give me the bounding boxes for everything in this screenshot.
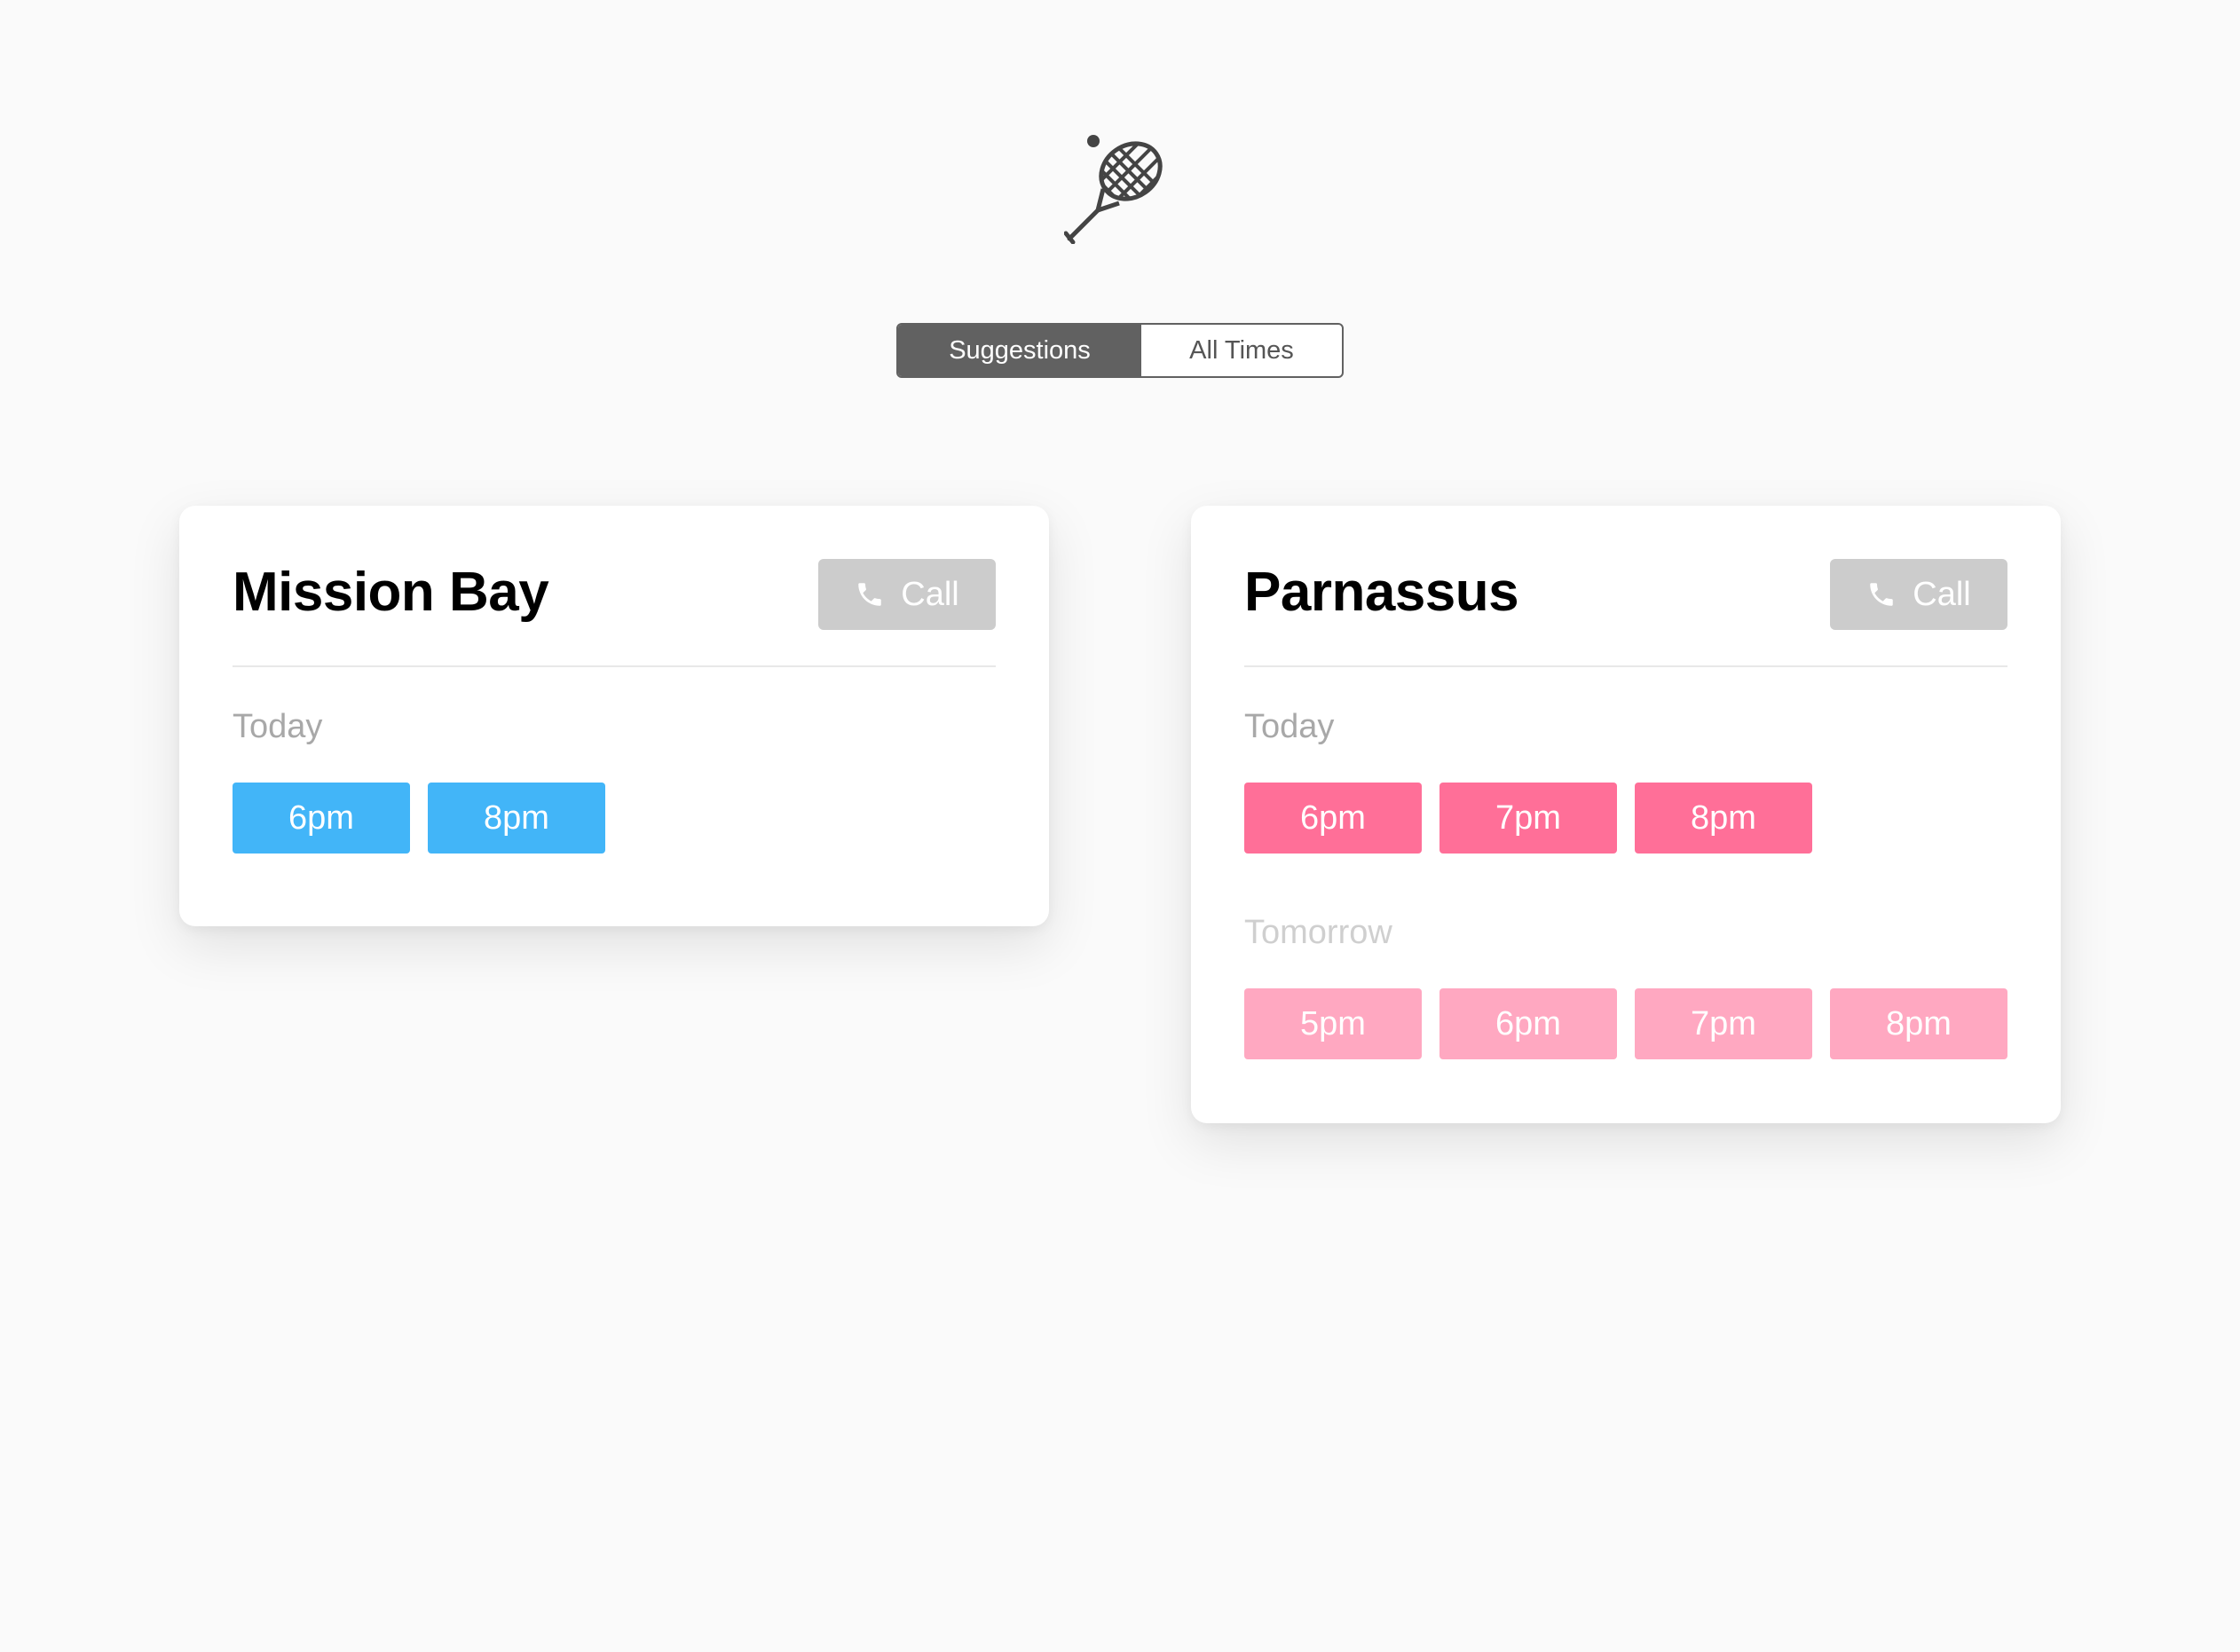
call-label: Call <box>901 575 959 613</box>
location-title: Mission Bay <box>233 562 549 623</box>
time-slot[interactable]: 8pm <box>1830 988 2007 1059</box>
phone-icon <box>1870 583 1894 606</box>
today-slots: 6pm 7pm 8pm <box>1244 783 1812 854</box>
tomorrow-slots: 5pm 6pm 7pm 8pm <box>1244 988 2007 1059</box>
location-card-mission-bay: Mission Bay Call Today 6pm 8pm <box>179 506 1049 926</box>
location-title: Parnassus <box>1244 562 1519 623</box>
day-label-today: Today <box>233 708 323 745</box>
time-slot[interactable]: 7pm <box>1635 988 1812 1059</box>
view-toggle: Suggestions All Times <box>896 323 1344 378</box>
call-label: Call <box>1913 575 1971 613</box>
phone-icon <box>858 583 882 606</box>
call-button[interactable]: Call <box>818 559 996 630</box>
time-slot[interactable]: 6pm <box>1439 988 1617 1059</box>
day-label-today: Today <box>1244 708 1335 745</box>
time-slot[interactable]: 6pm <box>233 783 410 854</box>
tennis-racket-icon <box>1064 132 1171 244</box>
call-button[interactable]: Call <box>1830 559 2007 630</box>
day-label-tomorrow: Tomorrow <box>1244 914 1392 951</box>
time-slot[interactable]: 8pm <box>1635 783 1812 854</box>
time-slot[interactable]: 5pm <box>1244 988 1422 1059</box>
divider <box>1244 665 2007 667</box>
tab-suggestions[interactable]: Suggestions <box>898 325 1141 376</box>
divider <box>233 665 996 667</box>
today-slots: 6pm 8pm <box>233 783 605 854</box>
tab-all-times[interactable]: All Times <box>1141 325 1342 376</box>
time-slot[interactable]: 8pm <box>428 783 605 854</box>
location-card-parnassus: Parnassus Call Today 6pm 7pm 8pm Tomorro… <box>1191 506 2061 1123</box>
time-slot[interactable]: 7pm <box>1439 783 1617 854</box>
time-slot[interactable]: 6pm <box>1244 783 1422 854</box>
